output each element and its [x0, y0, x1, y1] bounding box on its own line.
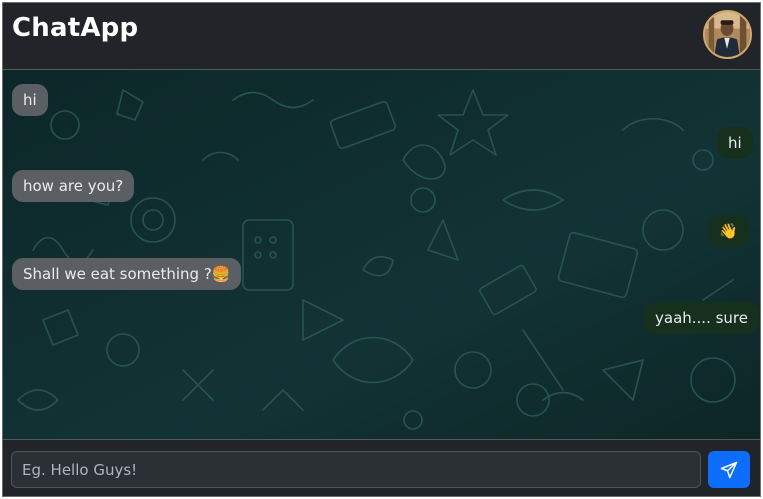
message-input[interactable]	[11, 451, 701, 488]
send-button[interactable]	[708, 451, 750, 488]
message-bubble-outgoing: yaah.... sure	[644, 302, 759, 334]
message-bubble-outgoing: hi	[717, 127, 753, 159]
app-title: ChatApp	[12, 13, 139, 43]
message-bubble-outgoing: 👋	[708, 215, 749, 247]
chat-app-window: ChatApp hi hi how are you? 👋 Shall we ea…	[2, 2, 761, 497]
composer-bar	[3, 439, 760, 496]
message-bubble-incoming: hi	[12, 84, 48, 116]
message-bubble-incoming: how are you?	[12, 170, 135, 202]
message-bubble-incoming: Shall we eat something ?🍔	[12, 258, 242, 290]
header-bar: ChatApp	[3, 3, 760, 70]
user-avatar[interactable]	[703, 10, 752, 59]
message-area[interactable]: hi hi how are you? 👋 Shall we eat someth…	[3, 70, 760, 439]
doodle-background	[3, 70, 760, 439]
send-icon	[720, 461, 738, 478]
avatar-photo-icon	[705, 12, 750, 57]
